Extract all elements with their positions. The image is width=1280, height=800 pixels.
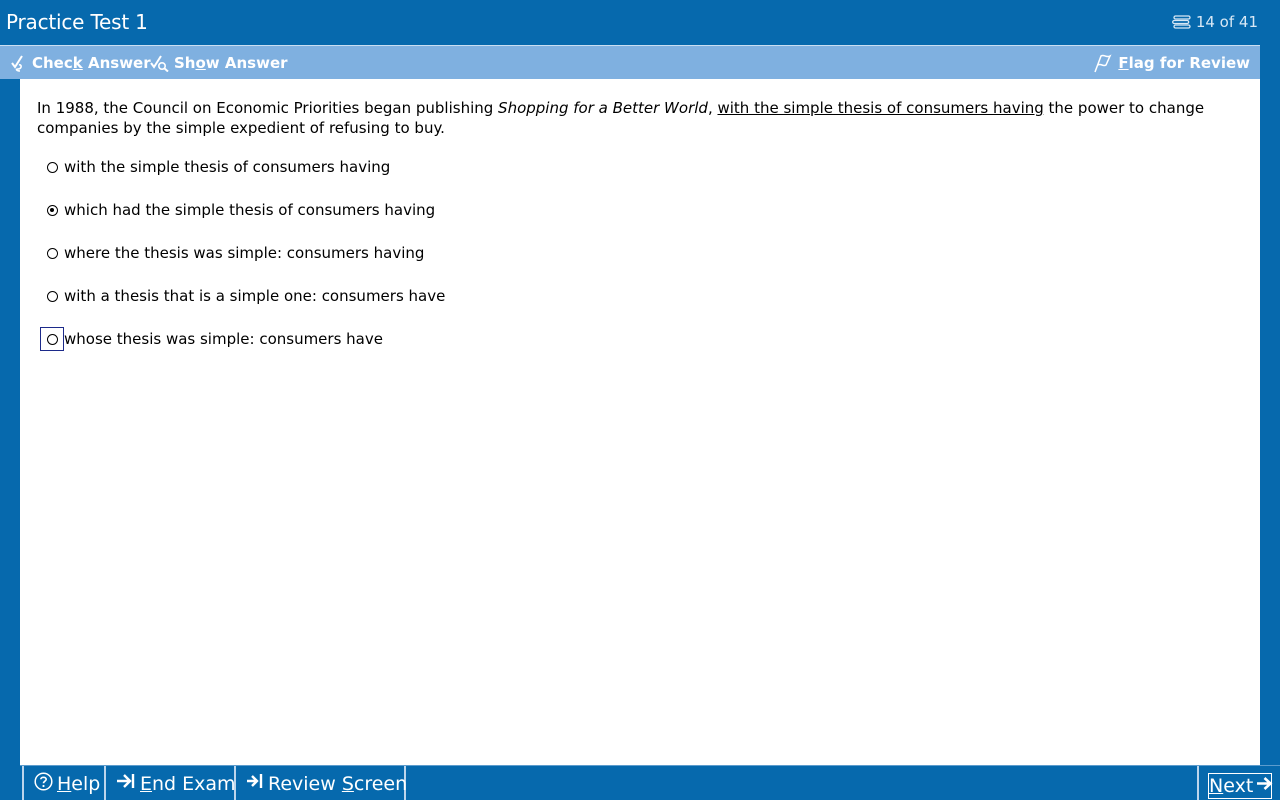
check-answer-button[interactable]: Check Answer xyxy=(10,53,151,73)
answer-option-c[interactable]: where the thesis was simple: consumers h… xyxy=(40,242,424,264)
review-screen-label: Review Screen xyxy=(268,772,408,795)
answer-option-b[interactable]: which had the simple thesis of consumers… xyxy=(40,199,435,221)
option-label: with a thesis that is a simple one: cons… xyxy=(64,287,446,305)
flag-for-review-button[interactable]: Flag for Review xyxy=(1093,53,1250,73)
book-title: Shopping for a Better World xyxy=(498,99,708,117)
option-label: which had the simple thesis of consumers… xyxy=(64,201,436,219)
radio-button[interactable] xyxy=(46,290,58,302)
question-counter: 14 of 41 xyxy=(1171,13,1258,31)
help-label: Help xyxy=(57,772,101,795)
bottom-navigation-bar: Help End Exam Review Screen Next xyxy=(20,765,1280,800)
radio-button[interactable] xyxy=(46,161,58,173)
answer-option-a[interactable]: with the simple thesis of consumers havi… xyxy=(40,156,390,178)
radio-button-focused[interactable] xyxy=(46,333,58,345)
check-answer-icon xyxy=(10,54,27,72)
radio-button-selected[interactable] xyxy=(46,204,58,216)
end-exam-button[interactable]: End Exam xyxy=(106,766,236,800)
arrow-to-bar-icon xyxy=(246,772,264,795)
help-button[interactable]: Help xyxy=(22,766,106,800)
right-arrow-icon xyxy=(1256,775,1273,797)
toolbar: Check Answer Show Answer Flag for Review xyxy=(0,45,1260,79)
show-answer-label: Show Answer xyxy=(174,54,288,72)
option-label: with the simple thesis of consumers havi… xyxy=(64,158,391,176)
review-screen-button[interactable]: Review Screen xyxy=(236,766,408,800)
flag-for-review-label: Flag for Review xyxy=(1118,54,1250,72)
radio-button[interactable] xyxy=(46,247,58,259)
question-panel: In 1988, the Council on Economic Priorit… xyxy=(20,79,1260,765)
help-icon xyxy=(34,771,53,796)
title-bar: Practice Test 1 14 of 41 xyxy=(0,0,1280,45)
check-answer-label: Check Answer xyxy=(32,54,151,72)
next-button-container: Next xyxy=(1197,766,1280,800)
exit-arrow-icon xyxy=(116,772,136,795)
next-button[interactable]: Next xyxy=(1208,773,1273,799)
option-label: whose thesis was simple: consumers have xyxy=(64,330,383,348)
list-icon xyxy=(1171,15,1192,29)
show-answer-icon xyxy=(150,54,169,72)
underlined-segment: with the simple thesis of consumers havi… xyxy=(717,99,1044,117)
next-label: Next xyxy=(1209,775,1254,797)
question-text: In 1988, the Council on Economic Priorit… xyxy=(37,99,1205,137)
flag-icon xyxy=(1093,53,1113,73)
answer-option-e[interactable]: whose thesis was simple: consumers have xyxy=(40,327,383,351)
app-title: Practice Test 1 xyxy=(6,10,148,34)
option-label: where the thesis was simple: consumers h… xyxy=(64,244,425,262)
end-exam-label: End Exam xyxy=(140,772,236,795)
counter-text: 14 of 41 xyxy=(1195,13,1258,31)
show-answer-button[interactable]: Show Answer xyxy=(150,53,288,73)
answer-option-d[interactable]: with a thesis that is a simple one: cons… xyxy=(40,285,445,307)
